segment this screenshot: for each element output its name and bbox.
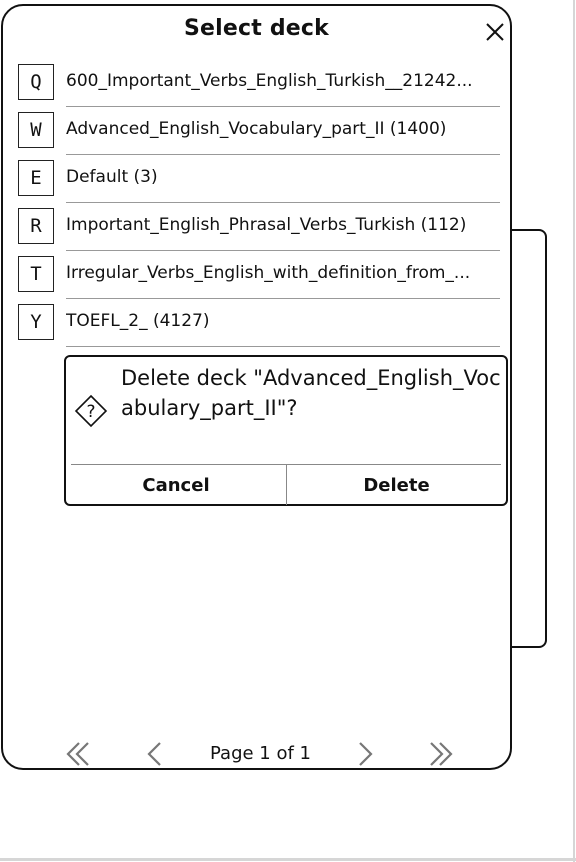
- divider: [66, 250, 500, 251]
- deck-shortcut-key: W: [18, 112, 54, 148]
- divider: [66, 346, 500, 347]
- chevron-right-icon: [359, 742, 373, 766]
- close-icon: [486, 23, 504, 41]
- deck-label: Important_English_Phrasal_Verbs_Turkish …: [66, 215, 467, 235]
- delete-confirm-dialog: ? Delete deck "Advanced_English_Vocabula…: [64, 355, 508, 506]
- deck-label: TOEFL_2_ (4127): [66, 311, 210, 331]
- deck-item[interactable]: Q 600_Important_Verbs_English_Turkish__2…: [18, 61, 503, 109]
- divider: [66, 106, 500, 107]
- deck-label: Default (3): [66, 167, 158, 187]
- next-page-button[interactable]: [350, 739, 380, 769]
- deck-item[interactable]: E Default (3): [18, 157, 503, 205]
- deck-label: Irregular_Verbs_English_with_definition_…: [66, 263, 471, 283]
- background-edge-right: [573, 0, 575, 862]
- delete-button[interactable]: Delete: [287, 465, 506, 505]
- deck-item[interactable]: Y TOEFL_2_ (4127): [18, 301, 503, 349]
- deck-item[interactable]: T Irregular_Verbs_English_with_definitio…: [18, 253, 503, 301]
- deck-shortcut-key: R: [18, 208, 54, 244]
- background-edge-bottom: [0, 858, 576, 861]
- divider: [66, 298, 500, 299]
- cancel-button[interactable]: Cancel: [66, 465, 286, 505]
- deck-shortcut-key: Y: [18, 304, 54, 340]
- last-page-button[interactable]: [426, 739, 456, 769]
- divider: [66, 202, 500, 203]
- first-page-button[interactable]: [63, 739, 93, 769]
- dialog-title: Select deck: [184, 16, 329, 41]
- divider: [66, 154, 500, 155]
- deck-shortcut-key: Q: [18, 64, 54, 100]
- close-button[interactable]: [483, 20, 507, 44]
- previous-page-button[interactable]: [140, 739, 170, 769]
- deck-item[interactable]: W Advanced_English_Vocabulary_part_II (1…: [18, 109, 503, 157]
- deck-shortcut-key: E: [18, 160, 54, 196]
- confirm-message: Delete deck "Advanced_English_Vocabulary…: [121, 366, 501, 420]
- deck-label: 600_Important_Verbs_English_Turkish__212…: [66, 71, 473, 91]
- svg-text:?: ?: [86, 402, 95, 422]
- deck-shortcut-key: T: [18, 256, 54, 292]
- deck-label: Advanced_English_Vocabulary_part_II (140…: [66, 119, 447, 139]
- page-indicator: Page 1 of 1: [210, 743, 311, 764]
- double-chevron-right-icon: [430, 742, 453, 766]
- deck-item[interactable]: R Important_English_Phrasal_Verbs_Turkis…: [18, 205, 503, 253]
- question-diamond-icon: ?: [74, 394, 108, 428]
- chevron-left-icon: [147, 742, 161, 766]
- double-chevron-left-icon: [66, 742, 89, 766]
